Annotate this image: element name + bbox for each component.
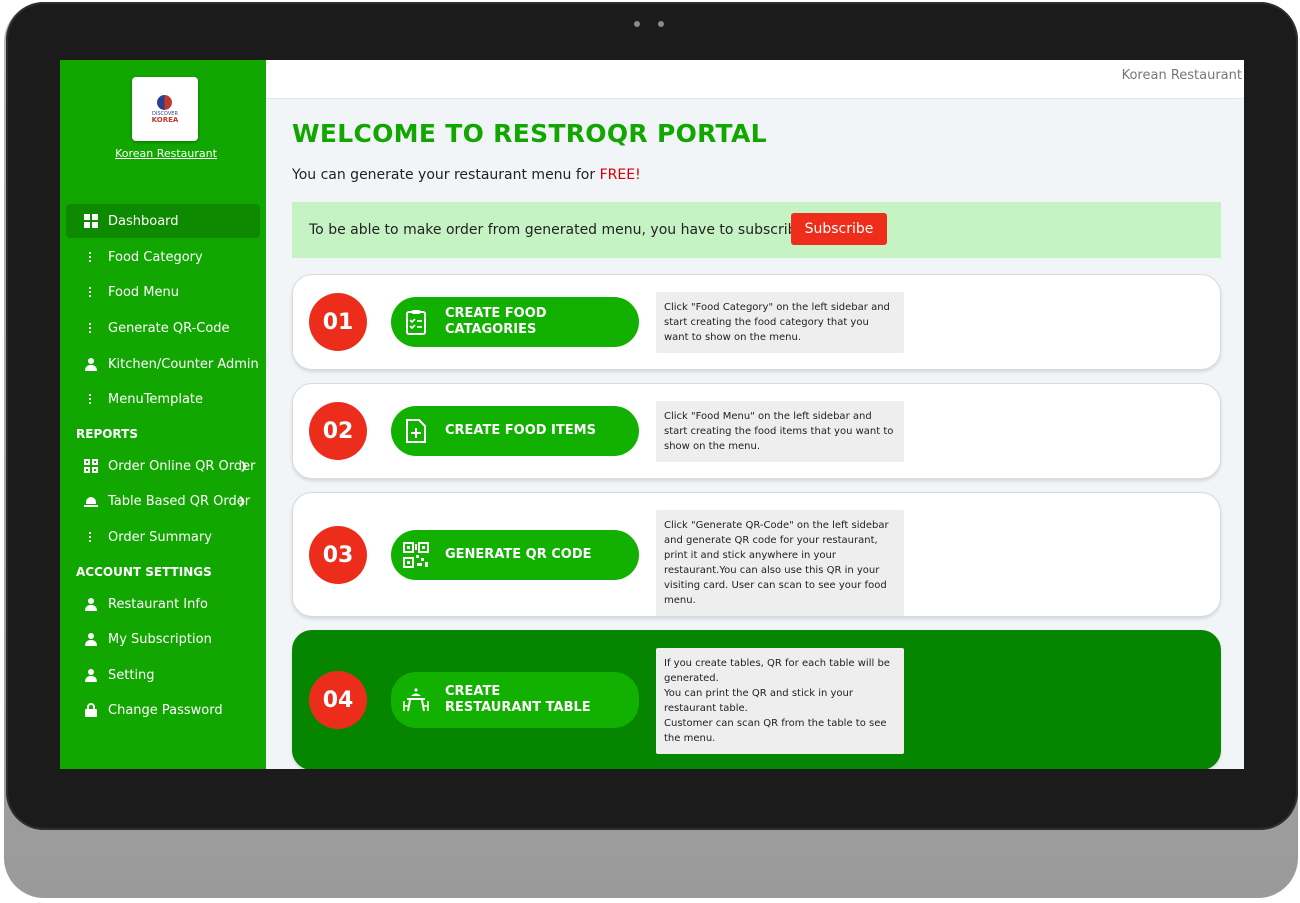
chevron-right-icon: ❯ [237, 495, 246, 507]
step-card-4: 04 CREATE RESTAURANT TABLE If you create… [292, 630, 1221, 769]
page-title: WELCOME TO RESTROQR PORTAL [292, 119, 767, 148]
subtitle-text: You can generate your restaurant menu fo… [292, 167, 596, 183]
subscription-banner: To be able to make order from generated … [292, 202, 1221, 258]
sidebar-item-setting[interactable]: Setting [66, 658, 260, 692]
sidebar-item-order-online-qr-order[interactable]: Order Online QR Order ❯ [66, 449, 260, 483]
restaurant-name-link[interactable]: Korean Restaurant [60, 147, 276, 160]
add-document-icon [403, 418, 429, 444]
sidebar-item-change-password[interactable]: Change Password [66, 693, 260, 727]
free-highlight: FREE! [599, 167, 641, 183]
logo-emblem-icon [157, 95, 172, 110]
create-food-items-button[interactable]: CREATE FOOD ITEMS [391, 406, 639, 456]
restaurant-table-icon [403, 687, 429, 713]
generate-qr-code-button[interactable]: GENERATE QR CODE [391, 530, 639, 580]
sidebar-item-kitchen-counter-admin[interactable]: Kitchen/Counter Admin [66, 347, 260, 381]
bell-icon [84, 494, 98, 508]
step-number-badge: 01 [309, 293, 367, 351]
sidebar-item-food-menu[interactable]: Food Menu [66, 275, 260, 309]
sidebar-section-account-settings: ACCOUNT SETTINGS [76, 565, 212, 579]
qr-code-icon [403, 542, 429, 568]
user-icon [84, 357, 98, 371]
list-icon [84, 530, 98, 544]
sidebar-item-my-subscription[interactable]: My Subscription [66, 622, 260, 656]
list-icon [84, 285, 98, 299]
step-card-3: 03 GENERATE QR CODE Click "Generate QR-C… [292, 492, 1221, 617]
step-description: Click "Food Category" on the left sideba… [656, 292, 904, 353]
step-card-1: 01 CREATE FOOD CATAGORIES Click "Food Ca… [292, 274, 1221, 370]
user-icon [84, 632, 98, 646]
topbar-restaurant-name[interactable]: Korean Restaurant [1122, 68, 1242, 83]
sidebar-item-food-category[interactable]: Food Category [66, 240, 260, 274]
page-subtitle: You can generate your restaurant menu fo… [292, 167, 641, 183]
top-bar: Korean Restaurant [266, 60, 1244, 99]
list-icon [84, 392, 98, 406]
logo-text-main: KOREA [151, 116, 179, 124]
sidebar-item-menu-template[interactable]: MenuTemplate [66, 382, 260, 416]
list-icon [84, 321, 98, 335]
sidebar-item-dashboard[interactable]: Dashboard [66, 204, 260, 238]
step-description: Click "Food Menu" on the left sidebar an… [656, 401, 904, 462]
sidebar-item-order-summary[interactable]: Order Summary [66, 520, 260, 554]
lock-icon [84, 703, 98, 717]
step-number-badge: 02 [309, 402, 367, 460]
chevron-right-icon: ❯ [239, 460, 248, 472]
qr-icon [84, 459, 98, 473]
clipboard-check-icon [403, 309, 429, 335]
step-description: If you create tables, QR for each table … [656, 648, 904, 754]
step-description: Click "Generate QR-Code" on the left sid… [656, 510, 904, 616]
banner-text: To be able to make order from generated … [309, 222, 810, 238]
dashboard-icon [84, 214, 98, 228]
subscribe-button[interactable]: Subscribe [791, 213, 887, 245]
step-card-2: 02 CREATE FOOD ITEMS Click "Food Menu" o… [292, 383, 1221, 479]
create-restaurant-table-button[interactable]: CREATE RESTAURANT TABLE [391, 672, 639, 728]
list-icon [84, 250, 98, 264]
sidebar: DISCOVER KOREA Korean Restaurant Dashboa… [60, 60, 266, 769]
user-icon [84, 668, 98, 682]
sidebar-item-generate-qr-code[interactable]: Generate QR-Code [66, 311, 260, 345]
sidebar-section-reports: REPORTS [76, 427, 138, 441]
sidebar-item-table-based-qr-order[interactable]: Table Based QR Order ❯ [66, 484, 260, 518]
create-food-categories-button[interactable]: CREATE FOOD CATAGORIES [391, 297, 639, 347]
app-screen: DISCOVER KOREA Korean Restaurant Dashboa… [60, 60, 1244, 769]
step-number-badge: 03 [309, 526, 367, 584]
sensor-dot [658, 21, 664, 27]
step-number-badge: 04 [309, 671, 367, 729]
user-icon [84, 597, 98, 611]
camera-dot [634, 21, 640, 27]
restaurant-logo[interactable]: DISCOVER KOREA [132, 77, 198, 141]
sidebar-item-restaurant-info[interactable]: Restaurant Info [66, 587, 260, 621]
